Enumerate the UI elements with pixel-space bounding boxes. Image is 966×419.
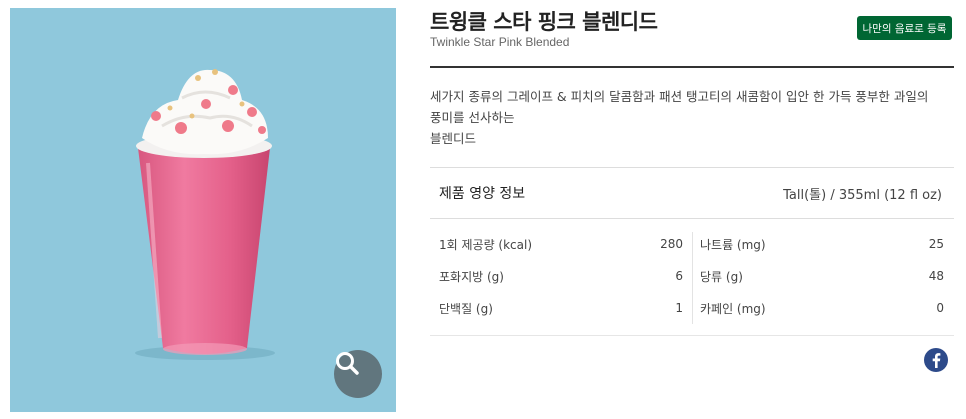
nutrition-row-saturated-fat: 포화지방 (g) 6 (439, 266, 683, 286)
product-title: 트윙클 스타 핑크 블렌디드 (430, 10, 658, 34)
register-my-drink-button[interactable]: 나만의 음료로 등록 (857, 16, 952, 40)
nutrition-label: 단백질 (g) (439, 301, 493, 316)
serving-size: Tall(톨) / 355ml (12 fl oz) (783, 188, 942, 203)
magnifier-icon (336, 352, 359, 375)
product-description: 세가지 종류의 그레이프 & 피치의 달콤함과 패션 탱고티의 새콤함이 입안 … (430, 86, 952, 149)
nutrition-divider (430, 167, 954, 168)
nutrition-table: 1회 제공량 (kcal) 280 포화지방 (g) 6 단백질 (g) 1 나… (430, 226, 954, 326)
product-image (10, 8, 396, 412)
nutrition-label: 포화지방 (g) (439, 269, 504, 284)
nutrition-row-caffeine: 카페인 (mg) 0 (700, 298, 944, 318)
description-line: 블렌디드 (430, 131, 477, 146)
nutrition-value: 1 (675, 301, 683, 315)
nutrition-divider (430, 218, 954, 219)
nutrition-value: 6 (675, 269, 683, 283)
nutrition-title: 제품 영양 정보 (439, 186, 526, 202)
nutrition-row-sugar: 당류 (g) 48 (700, 266, 944, 286)
nutrition-row-calories: 1회 제공량 (kcal) 280 (439, 234, 683, 254)
facebook-share-button[interactable] (924, 348, 948, 372)
title-divider (430, 66, 954, 68)
nutrition-row-protein: 단백질 (g) 1 (439, 298, 683, 318)
nutrition-value: 25 (928, 237, 944, 251)
description-line: 세가지 종류의 그레이프 & 피치의 달콤함과 패션 탱고티의 새콤함이 입안 … (430, 89, 929, 104)
description-line: 풍미를 선사하는 (430, 110, 515, 125)
facebook-icon (932, 353, 941, 368)
nutrition-label: 1회 제공량 (kcal) (439, 237, 533, 252)
nutrition-label: 카페인 (mg) (700, 301, 766, 316)
nutrition-label: 나트륨 (mg) (700, 237, 766, 252)
product-subtitle: Twinkle Star Pink Blended (430, 35, 570, 49)
column-divider (692, 232, 693, 324)
nutrition-value: 280 (660, 237, 683, 251)
nutrition-value: 0 (936, 301, 944, 315)
nutrition-row-sodium: 나트륨 (mg) 25 (700, 234, 944, 254)
zoom-button[interactable] (334, 350, 382, 398)
nutrition-label: 당류 (g) (700, 269, 743, 284)
nutrition-divider (430, 335, 954, 336)
nutrition-value: 48 (928, 269, 944, 283)
